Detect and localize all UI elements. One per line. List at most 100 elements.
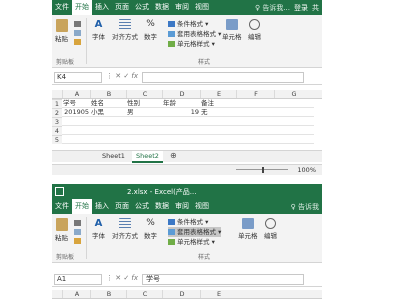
cell-b2[interactable]: 小黑 xyxy=(90,108,126,116)
conditional-format-icon xyxy=(168,219,175,225)
copy-icon[interactable] xyxy=(74,29,83,37)
tab-file[interactable]: 文件 xyxy=(52,199,72,214)
format-painter-icon[interactable] xyxy=(74,38,83,46)
fx-icon[interactable]: ⋮ ✕ ✓ fx xyxy=(106,72,138,80)
sheet-tab-sheet2[interactable]: Sheet2 xyxy=(132,151,163,163)
tell-me-search[interactable]: ♀ 告诉我 xyxy=(291,202,319,212)
copy-icon[interactable] xyxy=(74,228,83,236)
column-header-a[interactable]: A xyxy=(62,290,91,298)
font-button[interactable]: A 字体 xyxy=(92,19,105,41)
number-format-button[interactable]: % 数字 xyxy=(144,19,157,41)
name-box[interactable]: A1 xyxy=(54,274,102,285)
editing-button[interactable]: 编辑 xyxy=(248,19,261,41)
column-header-f[interactable]: F xyxy=(236,90,275,98)
table-format-button[interactable]: 套用表格格式 ▾ xyxy=(168,29,221,39)
tab-data[interactable]: 数据 xyxy=(152,0,172,15)
percent-icon: % xyxy=(146,19,155,29)
cells-icon xyxy=(225,19,238,30)
column-header-d[interactable]: D xyxy=(162,90,201,98)
tab-home[interactable]: 开始 xyxy=(72,0,92,15)
tab-insert[interactable]: 插入 xyxy=(92,0,112,15)
fx-icon[interactable]: ⋮ ✕ ✓ fx xyxy=(106,274,138,282)
tab-review[interactable]: 审阅 xyxy=(172,0,192,15)
styles-group-label: 样式 xyxy=(198,59,211,66)
tab-formulas[interactable]: 公式 xyxy=(132,0,152,15)
cell-a2[interactable]: 201905 xyxy=(62,108,90,116)
cells-button[interactable]: 单元格 xyxy=(238,218,258,240)
cell-d2[interactable]: 19 xyxy=(162,108,200,116)
tab-view[interactable]: 视图 xyxy=(192,0,212,15)
cells-button[interactable]: 单元格 xyxy=(222,19,242,41)
tab-home[interactable]: 开始 xyxy=(72,199,92,214)
column-header-g[interactable]: G xyxy=(274,90,313,98)
conditional-format-icon xyxy=(168,21,175,27)
format-painter-icon[interactable] xyxy=(74,237,83,245)
sheet-tab-sheet1[interactable]: Sheet1 xyxy=(98,151,129,161)
align-icon xyxy=(119,19,131,30)
divider xyxy=(86,217,87,259)
font-button[interactable]: A 字体 xyxy=(92,218,105,240)
excel-window-bottom: 2.xlsx - Excel(产品... 文件 开始 插入 页面 公式 数据 审… xyxy=(52,184,322,299)
column-header-d[interactable]: D xyxy=(162,290,201,298)
cut-icon[interactable] xyxy=(74,219,83,227)
tab-page-layout[interactable]: 页面 xyxy=(112,199,132,214)
row-header-1[interactable]: 1 xyxy=(52,99,62,108)
tell-me-search[interactable]: ♀ 告诉我... xyxy=(255,3,290,13)
formula-bar: A1 ⋮ ✕ ✓ fx 学号 xyxy=(52,272,322,287)
name-box[interactable]: K4 xyxy=(54,72,102,83)
window-title: 2.xlsx - Excel(产品... xyxy=(127,187,197,196)
cell-c2[interactable]: 男 xyxy=(126,108,162,116)
row-header-2[interactable]: 2 xyxy=(52,108,62,117)
cell-b1[interactable]: 姓名 xyxy=(90,99,126,107)
ribbon-tab-bar: 文件 开始 插入 页面 公式 数据 审阅 视图 ♀ 告诉我... 登录 共 xyxy=(52,0,322,15)
column-header-b[interactable]: B xyxy=(90,290,127,298)
align-icon xyxy=(119,218,131,229)
tab-view[interactable]: 视图 xyxy=(192,199,212,214)
formula-input[interactable]: 学号 xyxy=(142,274,304,285)
paste-button[interactable]: 粘贴 xyxy=(55,19,68,43)
cell-c1[interactable]: 性别 xyxy=(126,99,162,107)
add-sheet-icon[interactable]: ⊕ xyxy=(166,151,181,161)
cell-e1[interactable]: 备注 xyxy=(200,99,236,107)
tab-file[interactable]: 文件 xyxy=(52,0,72,15)
column-header-e[interactable]: E xyxy=(200,290,237,298)
formula-input[interactable] xyxy=(142,72,304,83)
row-header-4[interactable]: 4 xyxy=(52,126,62,135)
share-button[interactable]: 共 xyxy=(312,3,319,13)
column-header-e[interactable]: E xyxy=(200,90,237,98)
column-header-c[interactable]: C xyxy=(126,290,163,298)
alignment-button[interactable]: 对齐方式 xyxy=(112,19,138,41)
cell-a1[interactable]: 学号 xyxy=(62,99,90,107)
tab-review[interactable]: 审阅 xyxy=(172,199,192,214)
tab-data[interactable]: 数据 xyxy=(152,199,172,214)
table-format-button[interactable]: 套用表格格式 ▾ xyxy=(168,227,222,237)
cell-style-button[interactable]: 单元格样式 ▾ xyxy=(168,237,221,247)
tab-page-layout[interactable]: 页面 xyxy=(112,0,132,15)
zoom-level[interactable]: 100% xyxy=(297,166,316,174)
row-header-3[interactable]: 3 xyxy=(52,117,62,126)
column-header-b[interactable]: B xyxy=(90,90,127,98)
zoom-slider-thumb[interactable] xyxy=(262,167,264,173)
cut-icon[interactable] xyxy=(74,20,83,28)
gridline xyxy=(62,116,314,117)
conditional-format-button[interactable]: 条件格式 ▾ xyxy=(168,19,221,29)
login-link[interactable]: 登录 xyxy=(294,3,308,13)
formula-bar: K4 ⋮ ✕ ✓ fx xyxy=(52,70,322,85)
cell-style-button[interactable]: 单元格样式 ▾ xyxy=(168,39,221,49)
cell-d1[interactable]: 年龄 xyxy=(162,99,200,107)
style-list: 条件格式 ▾ 套用表格格式 ▾ 单元格样式 ▾ xyxy=(168,19,221,49)
row-header-5[interactable]: 5 xyxy=(52,135,62,144)
paste-button[interactable]: 粘贴 xyxy=(55,218,68,242)
cell-e2[interactable]: 无 xyxy=(200,108,236,116)
number-format-button[interactable]: % 数字 xyxy=(144,218,157,240)
save-icon[interactable] xyxy=(55,187,64,196)
editing-button[interactable]: 编辑 xyxy=(264,218,277,240)
tab-insert[interactable]: 插入 xyxy=(92,199,112,214)
conditional-format-button[interactable]: 条件格式 ▾ xyxy=(168,217,221,227)
column-header-a[interactable]: A xyxy=(62,90,91,98)
gridline xyxy=(62,125,314,126)
column-header-row: A B C D E F G xyxy=(52,90,322,99)
column-header-c[interactable]: C xyxy=(126,90,163,98)
alignment-button[interactable]: 对齐方式 xyxy=(112,218,138,240)
tab-formulas[interactable]: 公式 xyxy=(132,199,152,214)
